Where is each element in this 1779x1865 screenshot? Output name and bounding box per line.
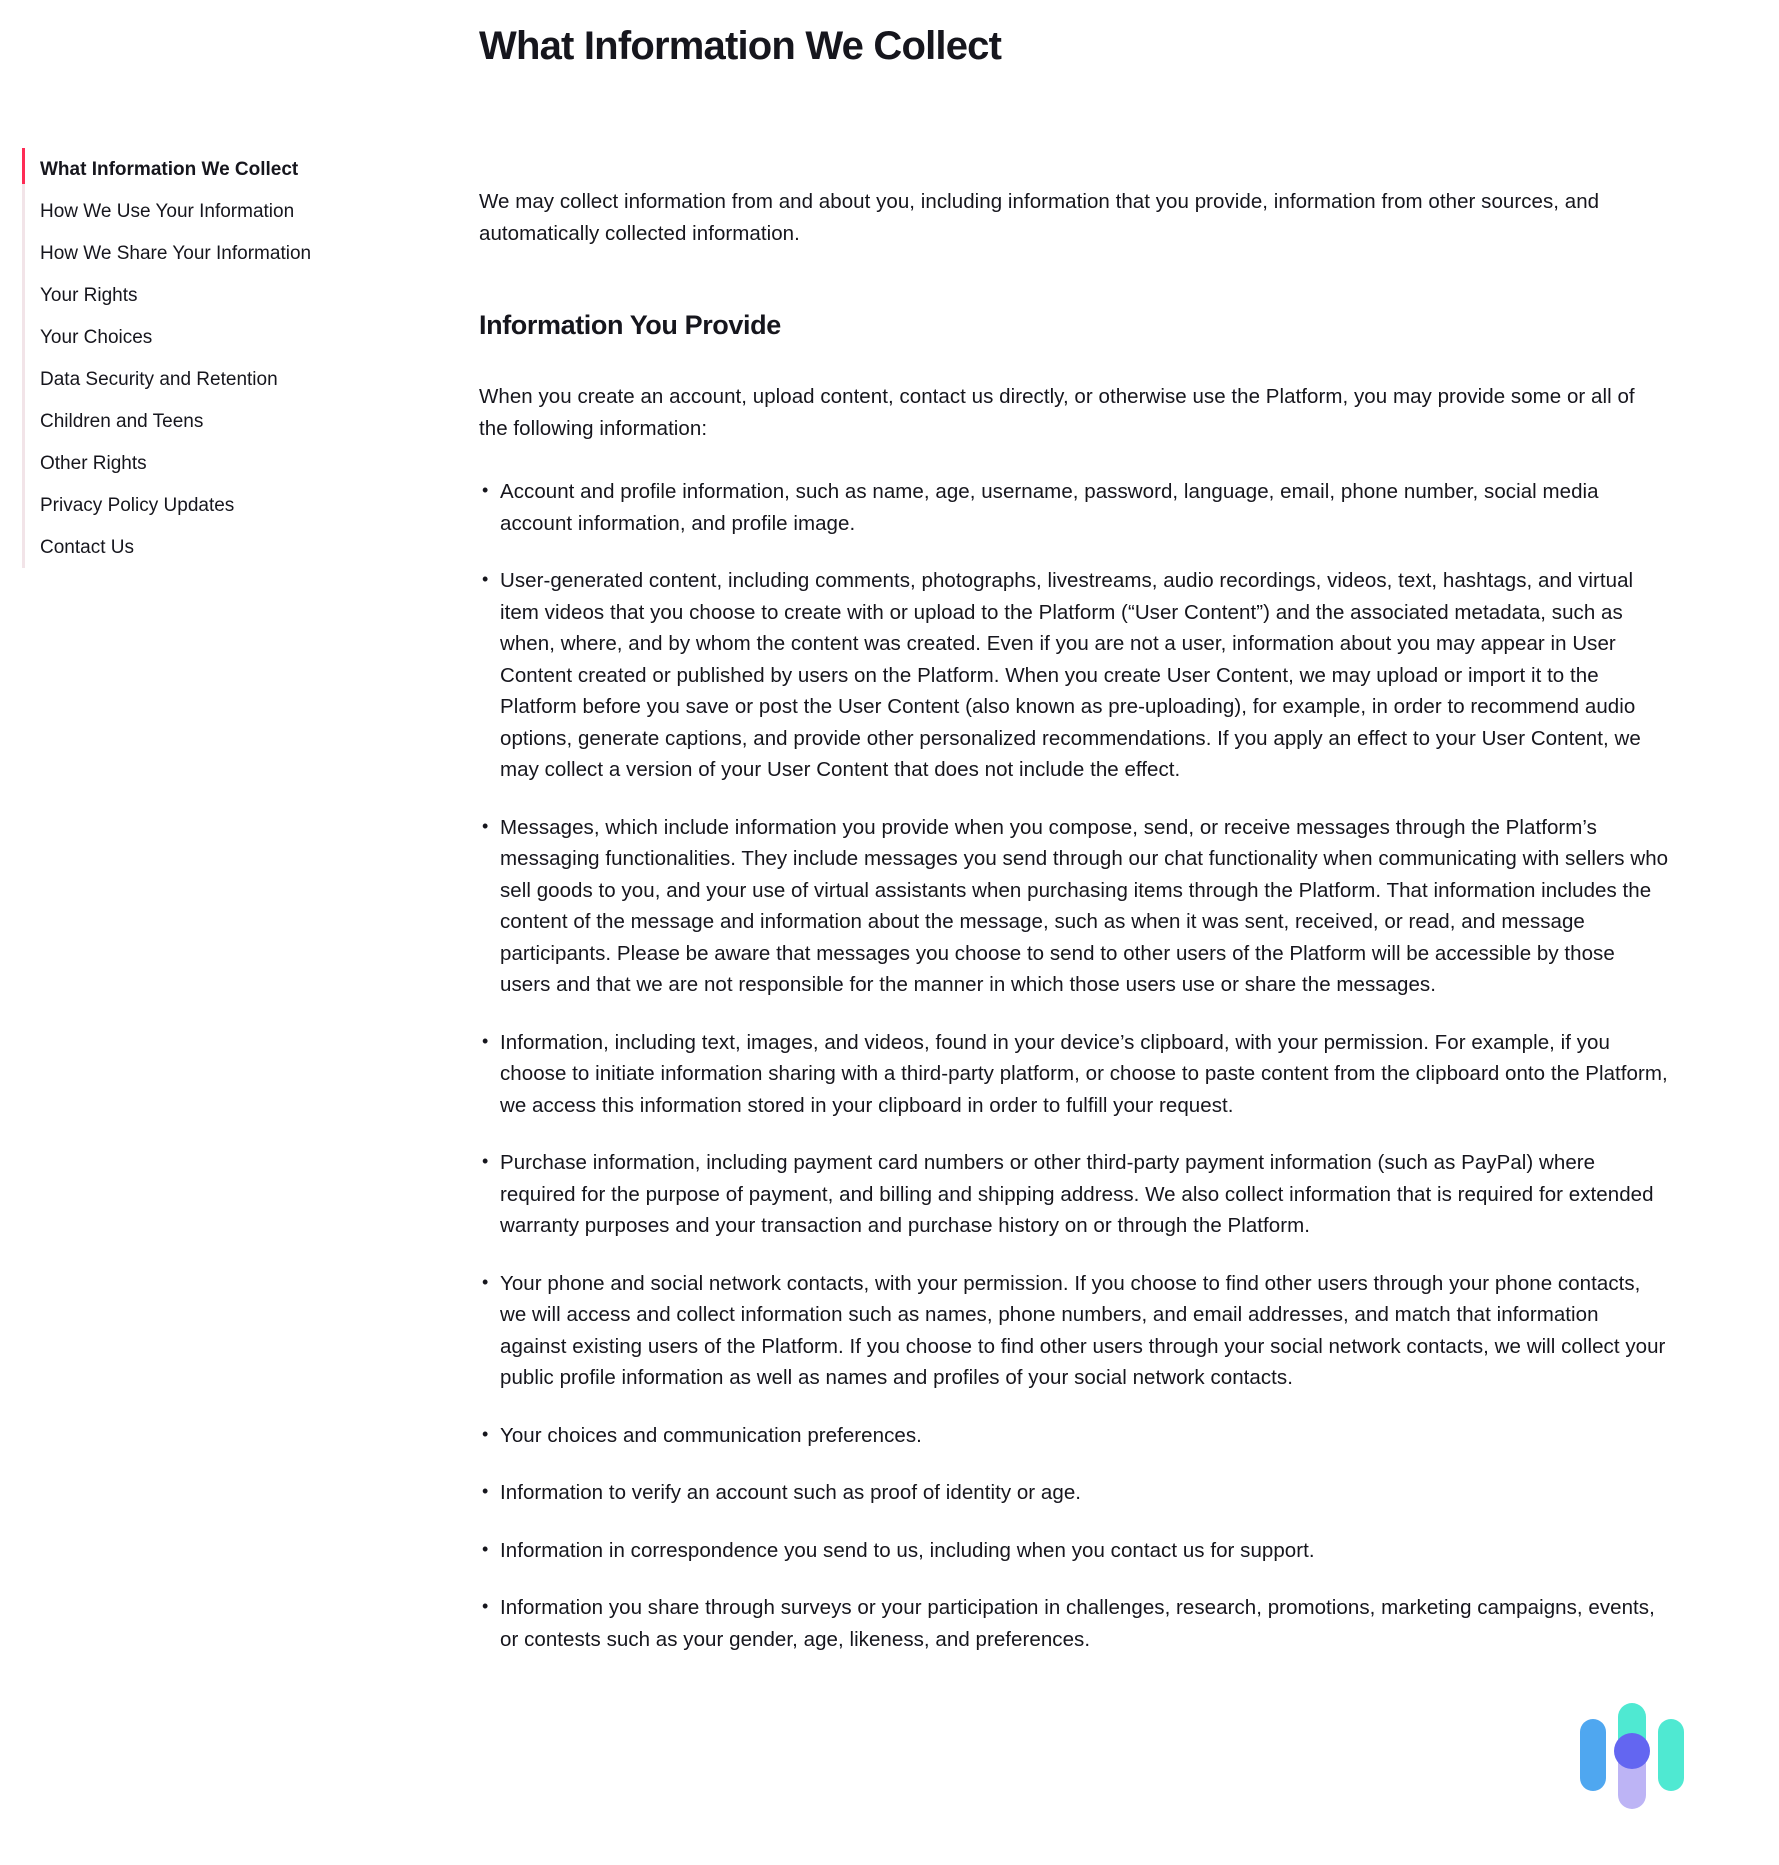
list-item: Account and profile information, such as… bbox=[479, 475, 1669, 539]
sidebar-item-your-rights[interactable]: Your Rights bbox=[25, 274, 442, 316]
sidebar-item-children-and-teens[interactable]: Children and Teens bbox=[25, 400, 442, 442]
list-item: Your choices and communication preferenc… bbox=[479, 1419, 1669, 1452]
sidebar-item-contact-us[interactable]: Contact Us bbox=[25, 526, 442, 568]
sidebar-item-privacy-policy-updates[interactable]: Privacy Policy Updates bbox=[25, 484, 442, 526]
list-item: Messages, which include information you … bbox=[479, 811, 1669, 1001]
brand-logo-icon bbox=[1580, 1703, 1684, 1809]
sidebar-item-how-we-share-your-information[interactable]: How We Share Your Information bbox=[25, 232, 442, 274]
list-item: Information to verify an account such as… bbox=[479, 1476, 1669, 1509]
sidebar-item-label: Data Security and Retention bbox=[40, 368, 278, 390]
page-title: What Information We Collect bbox=[479, 24, 1002, 68]
main-content: We may collect information from and abou… bbox=[479, 186, 1669, 1655]
sidebar-item-label: Contact Us bbox=[40, 536, 134, 558]
list-item: Information in correspondence you send t… bbox=[479, 1534, 1669, 1567]
section-intro-paragraph: When you create an account, upload conte… bbox=[479, 385, 1635, 440]
list-item: Information, including text, images, and… bbox=[479, 1026, 1669, 1122]
intro-paragraph: We may collect information from and abou… bbox=[479, 190, 1600, 245]
sidebar-item-label: Your Choices bbox=[40, 326, 153, 348]
sidebar-item-label: Other Rights bbox=[40, 452, 147, 474]
list-item: User-generated content, including commen… bbox=[479, 564, 1669, 786]
list-item: Your phone and social network contacts, … bbox=[479, 1267, 1669, 1394]
sidebar-item-your-choices[interactable]: Your Choices bbox=[25, 316, 442, 358]
sidebar-item-label: What Information We Collect bbox=[40, 158, 299, 180]
sidebar-item-label: Your Rights bbox=[40, 284, 138, 306]
sidebar-item-what-information-we-collect[interactable]: What Information We Collect bbox=[22, 148, 442, 190]
list-item: Purchase information, including payment … bbox=[479, 1146, 1669, 1242]
sidebar-item-label: Children and Teens bbox=[40, 410, 204, 432]
sidebar-item-data-security-and-retention[interactable]: Data Security and Retention bbox=[25, 358, 442, 400]
section-heading-information-you-provide: Information You Provide bbox=[479, 310, 781, 340]
sidebar-item-label: How We Share Your Information bbox=[40, 242, 312, 264]
sidebar-item-label: How We Use Your Information bbox=[40, 200, 295, 222]
sidebar-table-of-contents: What Information We Collect How We Use Yo… bbox=[22, 148, 442, 568]
list-item: Information you share through surveys or… bbox=[479, 1591, 1669, 1655]
brand-logo bbox=[1578, 1697, 1708, 1822]
sidebar-item-how-we-use-your-information[interactable]: How We Use Your Information bbox=[25, 190, 442, 232]
sidebar-item-other-rights[interactable]: Other Rights bbox=[25, 442, 442, 484]
information-you-provide-list: Account and profile information, such as… bbox=[479, 475, 1669, 1655]
sidebar-item-label: Privacy Policy Updates bbox=[40, 494, 235, 516]
